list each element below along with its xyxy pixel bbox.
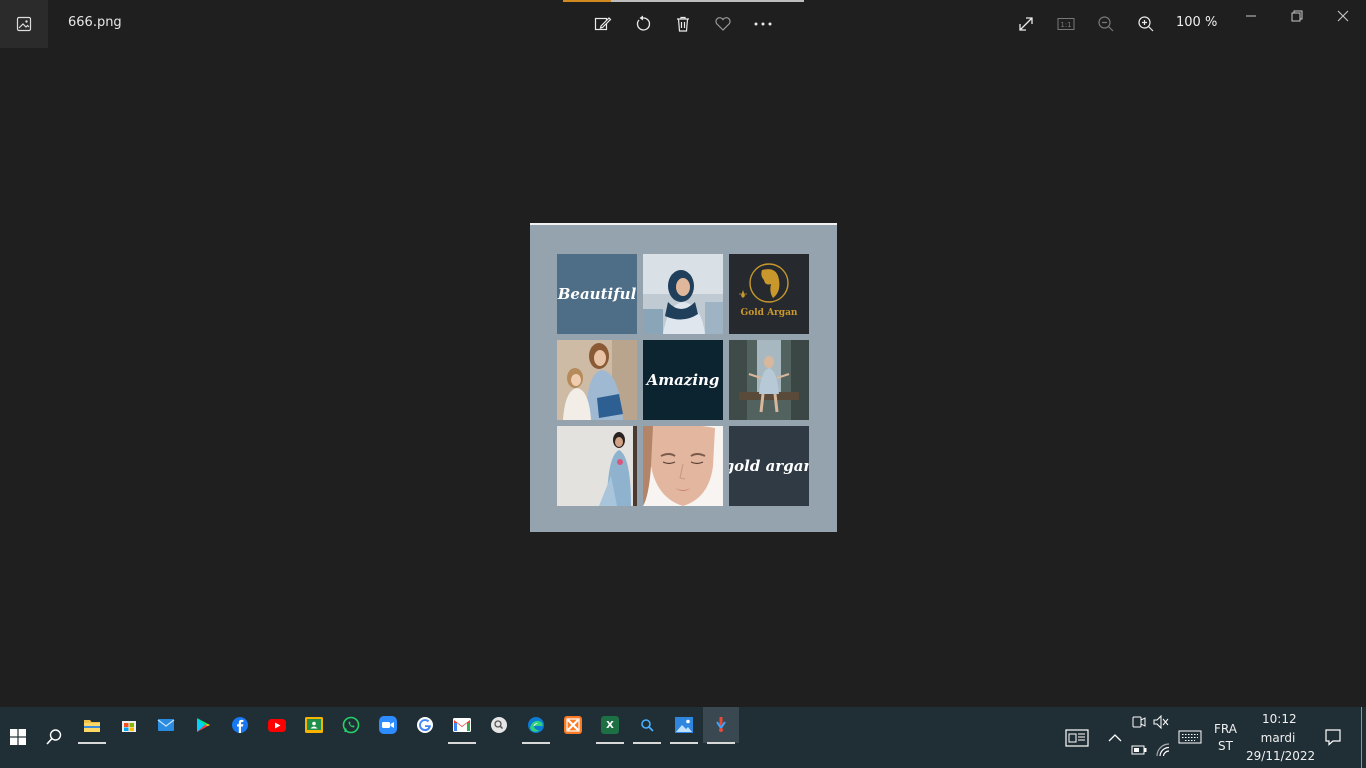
tile-beautiful: Beautiful bbox=[557, 254, 637, 334]
keyboard-icon[interactable] bbox=[1172, 719, 1208, 755]
delete-icon[interactable] bbox=[671, 12, 695, 36]
classroom-icon bbox=[305, 717, 323, 733]
recorder-icon bbox=[716, 717, 726, 732]
tile-amazing-text: Amazing bbox=[646, 371, 720, 389]
play-store-icon bbox=[197, 718, 210, 732]
taskbar-search-app[interactable] bbox=[481, 707, 517, 743]
edge-icon bbox=[528, 717, 544, 733]
zoom-in-icon[interactable] bbox=[1134, 12, 1158, 36]
notifications-icon[interactable] bbox=[1315, 719, 1351, 755]
taskbar: X FRA ST 10:12 mardi 29/11/2022 bbox=[0, 707, 1366, 768]
gold-argan-logo-icon bbox=[739, 263, 789, 303]
photo-woman-waterfall bbox=[729, 340, 809, 420]
clock-date[interactable]: 29/11/2022 bbox=[1246, 749, 1315, 763]
zoom-level[interactable]: 100 % bbox=[1176, 15, 1217, 30]
taskbar-file-explorer[interactable] bbox=[74, 707, 110, 744]
whatsapp-icon bbox=[342, 716, 360, 734]
tile-amazing: Amazing bbox=[643, 340, 723, 420]
mail-icon bbox=[157, 719, 175, 731]
minimize-icon[interactable] bbox=[1239, 6, 1263, 26]
svg-text:1:1: 1:1 bbox=[1060, 21, 1071, 29]
clock-time[interactable]: 10:12 bbox=[1262, 712, 1297, 726]
show-desktop-button[interactable] bbox=[1361, 707, 1362, 768]
more-icon[interactable] bbox=[751, 12, 775, 36]
news-widget-icon[interactable] bbox=[1059, 720, 1095, 756]
loading-strip bbox=[563, 0, 804, 2]
facebook-icon bbox=[232, 717, 248, 733]
expand-icon[interactable] bbox=[1014, 12, 1038, 36]
xampp-icon bbox=[564, 716, 582, 734]
taskbar-mail[interactable] bbox=[148, 707, 184, 743]
tile-gold-argan-caption: gold argan bbox=[729, 457, 809, 475]
photos-icon bbox=[675, 717, 693, 733]
close-icon[interactable] bbox=[1331, 6, 1355, 26]
taskbar-microsoft-edge[interactable] bbox=[518, 707, 554, 744]
zoom-app-icon bbox=[379, 716, 397, 734]
excel-icon: X bbox=[601, 716, 619, 734]
language-region[interactable]: ST bbox=[1218, 739, 1233, 753]
taskbar-zoom[interactable] bbox=[370, 707, 406, 743]
clock-day[interactable]: mardi bbox=[1260, 731, 1296, 745]
store-icon bbox=[122, 721, 136, 732]
heart-icon[interactable] bbox=[711, 12, 735, 36]
taskbar-microsoft-store[interactable] bbox=[111, 707, 147, 743]
taskbar-excel[interactable]: X bbox=[592, 707, 628, 744]
folder-icon bbox=[84, 720, 100, 732]
taskbar-photos[interactable] bbox=[666, 707, 702, 744]
photo-woman-hijab bbox=[643, 254, 723, 334]
edit-image-icon[interactable] bbox=[591, 12, 615, 36]
tile-gold-argan-text: gold argan bbox=[729, 426, 809, 506]
taskbar-google-classroom[interactable] bbox=[296, 707, 332, 743]
find-icon bbox=[641, 719, 654, 732]
language-code[interactable]: FRA bbox=[1214, 722, 1237, 736]
youtube-icon bbox=[268, 718, 286, 732]
taskbar-google[interactable] bbox=[407, 707, 443, 743]
zoom-out-icon[interactable] bbox=[1094, 12, 1118, 36]
rotate-icon[interactable] bbox=[631, 12, 655, 36]
logo-text: Gold Argan bbox=[740, 308, 798, 318]
taskbar-recorder[interactable] bbox=[703, 707, 739, 744]
windows-start-icon[interactable] bbox=[0, 719, 36, 755]
photo-woman-blue-dress bbox=[557, 426, 637, 506]
tile-gold-argan-logo: Gold Argan bbox=[729, 254, 809, 334]
search-icon[interactable] bbox=[36, 719, 72, 755]
title-bar: 666.png 1:1 100 % bbox=[0, 0, 1366, 48]
magnifier-app-icon bbox=[491, 717, 507, 733]
taskbar-gmail[interactable] bbox=[444, 707, 480, 744]
tile-beautiful-text: Beautiful bbox=[557, 285, 637, 303]
gmail-icon bbox=[453, 718, 471, 732]
photos-app-icon bbox=[0, 0, 48, 48]
actual-size-icon[interactable]: 1:1 bbox=[1054, 12, 1078, 36]
google-icon bbox=[417, 717, 433, 733]
taskbar-youtube[interactable] bbox=[259, 707, 295, 743]
taskbar-xampp[interactable] bbox=[555, 707, 591, 743]
taskbar-whatsapp[interactable] bbox=[333, 707, 369, 743]
file-name: 666.png bbox=[68, 15, 122, 30]
taskbar-search-tool[interactable] bbox=[629, 707, 665, 744]
photo-woman-face bbox=[643, 426, 723, 506]
displayed-image[interactable]: Beautiful Gold Argan Amazing old arga bbox=[530, 223, 837, 532]
restore-icon[interactable] bbox=[1285, 6, 1309, 26]
taskbar-google-play[interactable] bbox=[185, 707, 221, 743]
photo-mother-daughter bbox=[557, 340, 637, 420]
taskbar-facebook[interactable] bbox=[222, 707, 258, 743]
